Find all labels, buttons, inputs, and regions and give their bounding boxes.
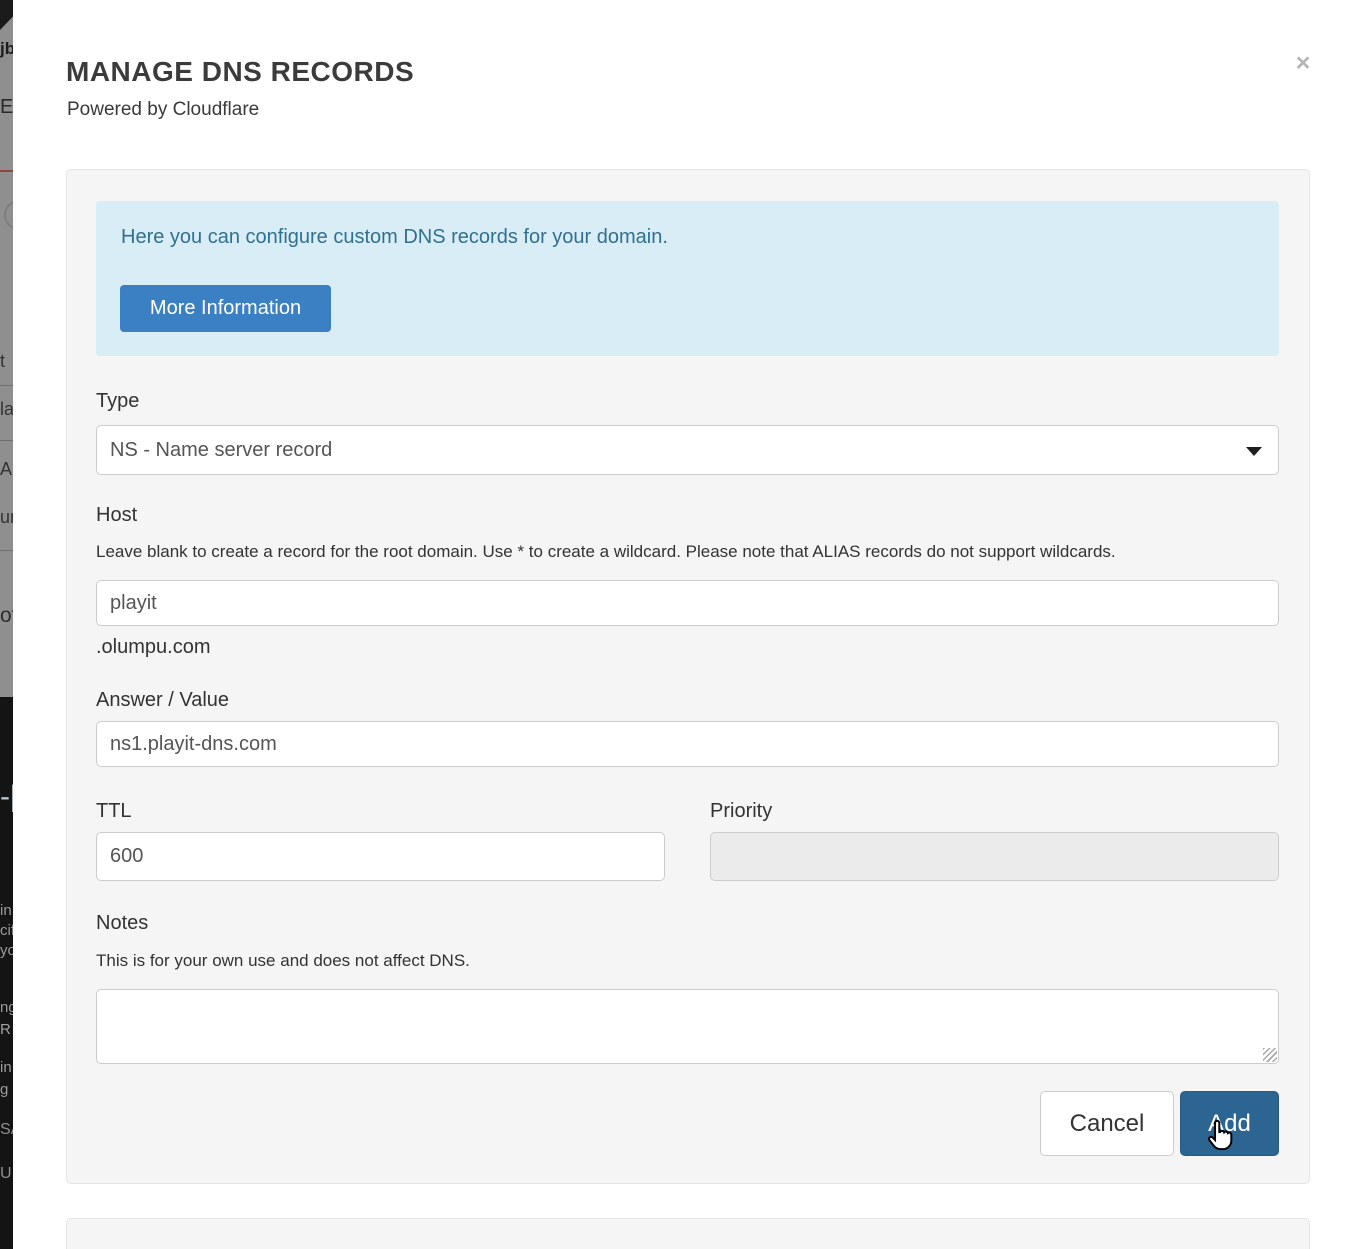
host-input[interactable] bbox=[96, 580, 1279, 626]
backdrop-fragment: in bbox=[0, 1060, 12, 1075]
backdrop-fragment: U bbox=[0, 1166, 12, 1182]
answer-input[interactable] bbox=[96, 721, 1279, 767]
backdrop-fragment: yo bbox=[0, 943, 13, 958]
backdrop-fragment: g bbox=[0, 1082, 8, 1097]
cancel-button[interactable]: Cancel bbox=[1040, 1091, 1174, 1156]
backdrop-fragment: in bbox=[0, 903, 12, 918]
backdrop-fragment: la bbox=[0, 400, 13, 418]
backdrop-fragment: t bbox=[0, 352, 5, 370]
backdrop-fragment: AM bbox=[0, 460, 13, 478]
answer-label: Answer / Value bbox=[96, 689, 229, 712]
add-button[interactable]: Add bbox=[1180, 1091, 1279, 1156]
backdrop-fragment: cif bbox=[0, 923, 13, 938]
host-label: Host bbox=[96, 504, 137, 527]
manage-dns-modal: MANAGE DNS RECORDS Powered by Cloudflare… bbox=[13, 0, 1351, 1249]
type-select-value: NS - Name server record bbox=[110, 439, 332, 461]
notes-label: Notes bbox=[96, 912, 148, 935]
priority-input bbox=[710, 832, 1279, 881]
resize-grip-icon[interactable] bbox=[1263, 1048, 1277, 1062]
backdrop-separator bbox=[0, 550, 13, 551]
ttl-input[interactable] bbox=[96, 832, 665, 881]
info-callout: Here you can configure custom DNS record… bbox=[96, 201, 1279, 356]
modal-subtitle: Powered by Cloudflare bbox=[67, 99, 259, 121]
backdrop-fragment: ng bbox=[0, 1000, 13, 1015]
backdrop-strip: jb EV t la AM un of -[ in cif yo ng Rin g SA U bbox=[0, 0, 13, 1249]
notes-textarea[interactable] bbox=[96, 989, 1279, 1064]
type-select[interactable]: NS - Name server record bbox=[96, 425, 1279, 475]
screen: jb EV t la AM un of -[ in cif yo ng Rin g SA U MANAGE D… bbox=[0, 0, 1351, 1249]
notes-help-text: This is for your own use and does not af… bbox=[96, 951, 470, 971]
backdrop-circle-icon bbox=[4, 200, 13, 230]
close-icon[interactable]: × bbox=[1288, 48, 1318, 78]
backdrop-fragment: EV bbox=[0, 97, 13, 117]
modal-title: MANAGE DNS RECORDS bbox=[66, 56, 414, 88]
backdrop-separator bbox=[0, 385, 13, 386]
backdrop-fragment: un bbox=[0, 508, 13, 526]
more-information-button[interactable]: More Information bbox=[120, 285, 331, 332]
backdrop-separator bbox=[0, 440, 13, 441]
next-section-panel bbox=[66, 1218, 1310, 1249]
type-label: Type bbox=[96, 390, 139, 413]
ttl-label: TTL bbox=[96, 800, 132, 823]
backdrop-fragment: of bbox=[0, 605, 13, 626]
backdrop-fragment: -[ bbox=[0, 782, 13, 812]
dns-form-panel: Here you can configure custom DNS record… bbox=[66, 169, 1310, 1184]
backdrop-logo bbox=[0, 0, 13, 30]
chevron-down-icon bbox=[1246, 447, 1262, 456]
domain-suffix: .olumpu.com bbox=[96, 636, 211, 659]
backdrop-fragment: jb bbox=[0, 40, 13, 57]
backdrop-fragment: R bbox=[0, 1022, 11, 1037]
host-help-text: Leave blank to create a record for the r… bbox=[96, 542, 1116, 562]
backdrop-divider-red bbox=[0, 170, 13, 172]
backdrop-fragment: SA bbox=[0, 1122, 13, 1138]
priority-label: Priority bbox=[710, 800, 772, 823]
info-message: Here you can configure custom DNS record… bbox=[121, 226, 668, 249]
